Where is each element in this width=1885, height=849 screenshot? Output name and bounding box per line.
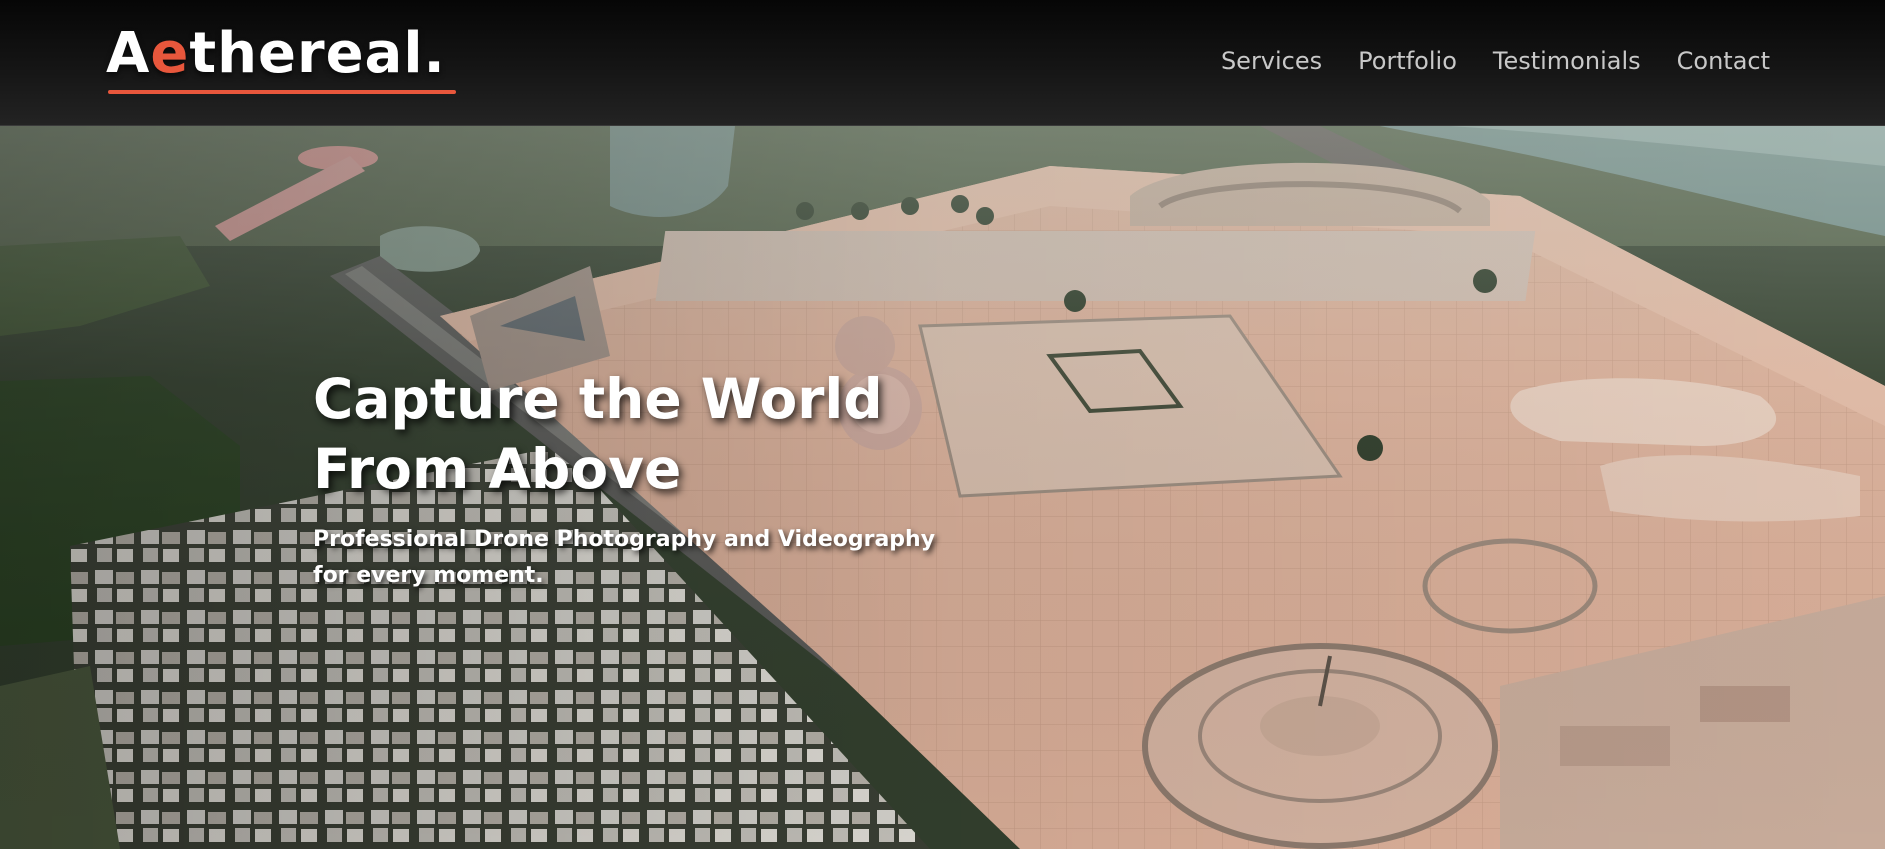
nav-link-contact[interactable]: Contact xyxy=(1677,47,1770,75)
brand-logo[interactable]: Aethereal. xyxy=(106,21,456,94)
logo-underline xyxy=(108,90,456,94)
hero-subtitle-line-1: Professional Drone Photography and Video… xyxy=(313,527,936,552)
hero-subtitle: Professional Drone Photography and Video… xyxy=(313,522,1013,594)
nav-link-services[interactable]: Services xyxy=(1221,47,1322,75)
nav-link-portfolio[interactable]: Portfolio xyxy=(1358,47,1457,75)
hero-section: Capture the World From Above Professiona… xyxy=(0,126,1885,849)
hero-title-line-2: From Above xyxy=(313,437,682,501)
hero-title-line-1: Capture the World xyxy=(313,367,883,431)
logo-letter-a: A xyxy=(106,21,151,86)
hero-subtitle-line-2: for every moment. xyxy=(313,563,544,588)
site-header: Aethereal. Services Portfolio Testimonia… xyxy=(0,0,1885,126)
hero-title: Capture the World From Above xyxy=(313,364,1013,504)
main-nav: Services Portfolio Testimonials Contact xyxy=(1221,0,1770,122)
logo-accent-letter: e xyxy=(150,21,190,86)
hero-text-block: Capture the World From Above Professiona… xyxy=(313,364,1013,594)
logo-text-rest: thereal. xyxy=(189,21,446,86)
nav-link-testimonials[interactable]: Testimonials xyxy=(1493,47,1641,75)
